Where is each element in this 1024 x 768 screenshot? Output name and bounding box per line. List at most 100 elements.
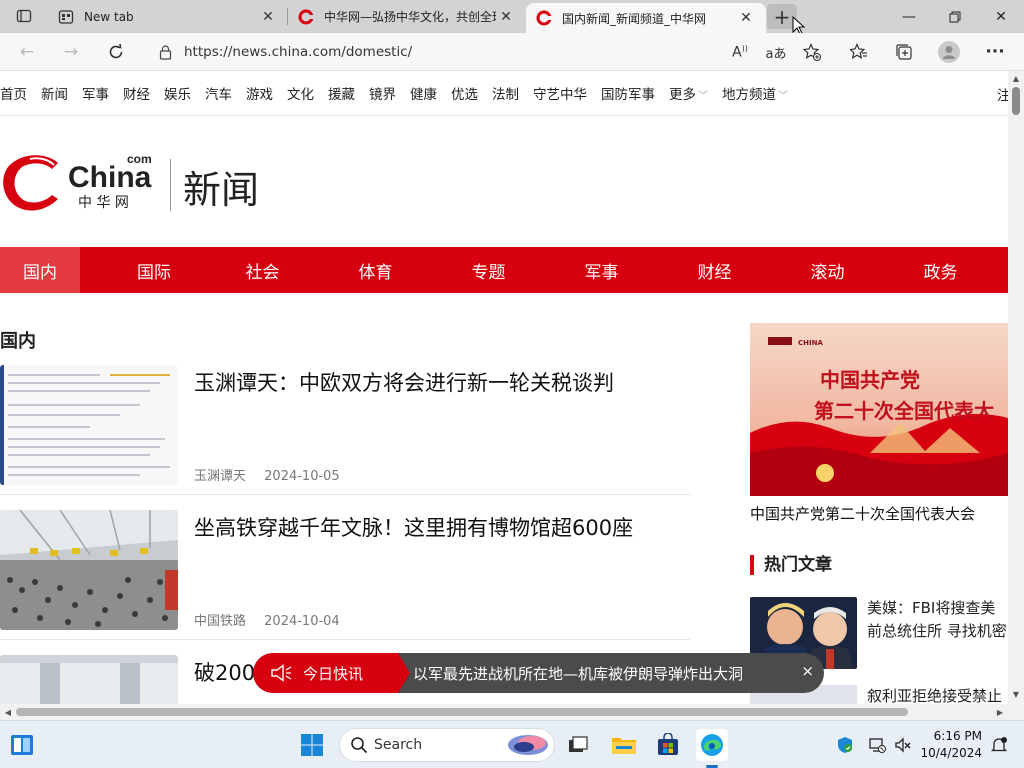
article-thumbnail[interactable]	[0, 510, 178, 630]
article-title[interactable]: 玉渊谭天：中欧双方将会进行新一轮关税谈判	[194, 367, 614, 397]
topnav-item[interactable]: 优选	[451, 83, 478, 103]
network-tray-button[interactable]	[864, 729, 890, 761]
page-viewport: 首页 新闻 军事 财经 娱乐 汽车 游戏 文化 援藏 镜界 健康 优选 法制 守…	[0, 71, 1008, 704]
search-icon	[344, 736, 374, 754]
channel-tab[interactable]: 滚动	[771, 247, 884, 293]
login-link[interactable]: 注	[997, 84, 1008, 104]
topnav-item[interactable]: 国防军事	[601, 83, 655, 103]
widgets-button[interactable]	[6, 729, 38, 761]
logo-section-name: 新闻	[183, 168, 260, 212]
minimize-button[interactable]: —	[886, 0, 932, 33]
channel-tab[interactable]: 军事	[545, 247, 658, 293]
restore-button[interactable]	[932, 0, 978, 33]
scroll-right-arrow-icon[interactable]: ▶	[992, 704, 1008, 720]
feature-caption[interactable]: 中国共产党第二十次全国代表大会	[750, 503, 975, 524]
china-favicon-icon	[536, 10, 552, 26]
topnav-item[interactable]: 新闻	[41, 83, 68, 103]
notifications-button[interactable]	[986, 729, 1012, 761]
topnav-item[interactable]: 首页	[0, 83, 27, 103]
scroll-up-arrow-icon[interactable]: ▲	[1008, 71, 1024, 85]
channel-tab[interactable]: 国内	[0, 247, 80, 293]
favorites-button[interactable]	[844, 38, 874, 66]
store-button[interactable]	[652, 729, 684, 761]
topnav-item[interactable]: 汽车	[205, 83, 232, 103]
system-clock[interactable]: 6:16 PM 10/4/2024	[918, 728, 982, 762]
collections-button[interactable]	[889, 38, 919, 66]
tab-china-home[interactable]: 中华网—弘扬中华文化，共创全球 ✕	[288, 0, 526, 33]
section-title: 国内	[0, 331, 36, 352]
translate-button[interactable]: aあ	[761, 38, 791, 66]
topnav-item[interactable]: 健康	[410, 83, 437, 103]
topnav-item[interactable]: 军事	[82, 83, 109, 103]
channel-tab[interactable]: 体育	[319, 247, 432, 293]
channel-tab[interactable]: 专题	[432, 247, 545, 293]
refresh-icon	[109, 43, 123, 59]
topnav-local-dropdown[interactable]: 地方频道 ﹀	[722, 83, 788, 103]
breaking-news-bar[interactable]: 今日快讯 以军最先进战机所在地—机库被伊朗导弹炸出大洞 ×	[253, 653, 824, 693]
article-thumbnail[interactable]	[0, 365, 178, 485]
site-logo[interactable]: China com 中 华 网 新闻	[0, 149, 300, 219]
article-thumbnail[interactable]	[0, 655, 178, 704]
browser-toolbar: ← → https://news.china.com/domestic/ A))…	[0, 33, 1024, 71]
topnav-item[interactable]: 援藏	[328, 83, 355, 103]
hot-article-title[interactable]: 美媒：FBI将搜查美前总统住所 寻找机密文件	[867, 597, 1008, 645]
article-item[interactable]: 玉渊谭天：中欧双方将会进行新一轮关税谈判 玉渊谭天 2024-10-05	[0, 365, 690, 495]
hot-articles-title: 热门文章	[750, 555, 832, 575]
plus-icon: +	[773, 4, 791, 29]
chevron-down-icon: ﹀	[778, 91, 788, 102]
article-title[interactable]: 坐高铁穿越千年文脉！这里拥有博物馆超600座	[194, 512, 633, 542]
file-explorer-button[interactable]	[608, 729, 640, 761]
edge-icon	[701, 734, 723, 756]
task-view-button[interactable]	[562, 729, 594, 761]
close-window-button[interactable]: ✕	[978, 0, 1024, 33]
horizontal-scrollbar[interactable]: ◀ ▶	[0, 704, 1008, 720]
banner-line1: 中国共产党	[820, 368, 920, 392]
star-add-icon	[803, 43, 821, 61]
feature-banner[interactable]: CHINA 中国共产党 第二十次全国代表大	[750, 323, 1008, 496]
channel-tab[interactable]: 政务	[884, 247, 997, 293]
settings-menu-button[interactable]: ···	[980, 38, 1010, 66]
tab-domestic-news[interactable]: 国内新闻_新闻频道_中华网 ✕	[526, 3, 766, 33]
read-aloud-button[interactable]: A))	[725, 38, 755, 66]
topnav-item[interactable]: 娱乐	[164, 83, 191, 103]
close-tab-icon[interactable]: ✕	[496, 7, 516, 27]
svg-text:CHINA: CHINA	[798, 339, 823, 347]
topnav-item[interactable]: 镜界	[369, 83, 396, 103]
article-item[interactable]: 坐高铁穿越千年文脉！这里拥有博物馆超600座 中国铁路 2024-10-04	[0, 510, 690, 640]
security-tray-button[interactable]	[832, 729, 858, 761]
volume-tray-button[interactable]	[890, 729, 916, 761]
speaker-muted-icon	[895, 737, 911, 753]
topnav-more-dropdown[interactable]: 更多 ﹀	[669, 83, 708, 103]
tab-new-tab[interactable]: New tab ✕	[48, 0, 288, 33]
start-button[interactable]	[296, 729, 328, 761]
topnav-item[interactable]: 文化	[287, 83, 314, 103]
article-title[interactable]: 破200	[194, 657, 255, 687]
hot-article-title[interactable]: 叙利亚拒绝接受禁止	[867, 685, 1008, 704]
scroll-down-arrow-icon[interactable]: ▼	[1008, 687, 1024, 701]
scrollbar-thumb[interactable]	[1012, 87, 1020, 115]
back-button[interactable]: ←	[12, 38, 42, 66]
topnav-item[interactable]: 游戏	[246, 83, 273, 103]
topnav-item[interactable]: 守艺中华	[533, 83, 587, 103]
tab-actions-button[interactable]	[8, 4, 40, 28]
vertical-scrollbar[interactable]: ▲ ▼	[1008, 71, 1024, 704]
close-tab-icon[interactable]: ✕	[736, 8, 756, 28]
breaking-news-message[interactable]: 以军最先进战机所在地—机库被伊朗导弹炸出大洞	[413, 663, 743, 684]
refresh-button[interactable]	[101, 38, 131, 66]
scrollbar-thumb[interactable]	[16, 708, 908, 716]
topnav-item[interactable]: 财经	[123, 83, 150, 103]
profile-button[interactable]	[934, 38, 964, 66]
forward-button[interactable]: →	[56, 38, 86, 66]
tab-title: 国内新闻_新闻频道_中华网	[562, 11, 707, 26]
scroll-left-arrow-icon[interactable]: ◀	[0, 704, 16, 720]
close-tab-icon[interactable]: ✕	[258, 7, 278, 27]
edge-taskbar-button[interactable]	[696, 729, 728, 761]
add-favorite-button[interactable]	[797, 38, 827, 66]
taskbar-search[interactable]: Search	[339, 728, 555, 762]
channel-tab[interactable]: 国际	[102, 247, 206, 293]
topnav-item[interactable]: 法制	[492, 83, 519, 103]
close-icon[interactable]: ×	[801, 662, 814, 680]
notification-bell-icon	[990, 737, 1008, 752]
channel-tab[interactable]: 社会	[206, 247, 319, 293]
channel-tab[interactable]: 财经	[658, 247, 771, 293]
